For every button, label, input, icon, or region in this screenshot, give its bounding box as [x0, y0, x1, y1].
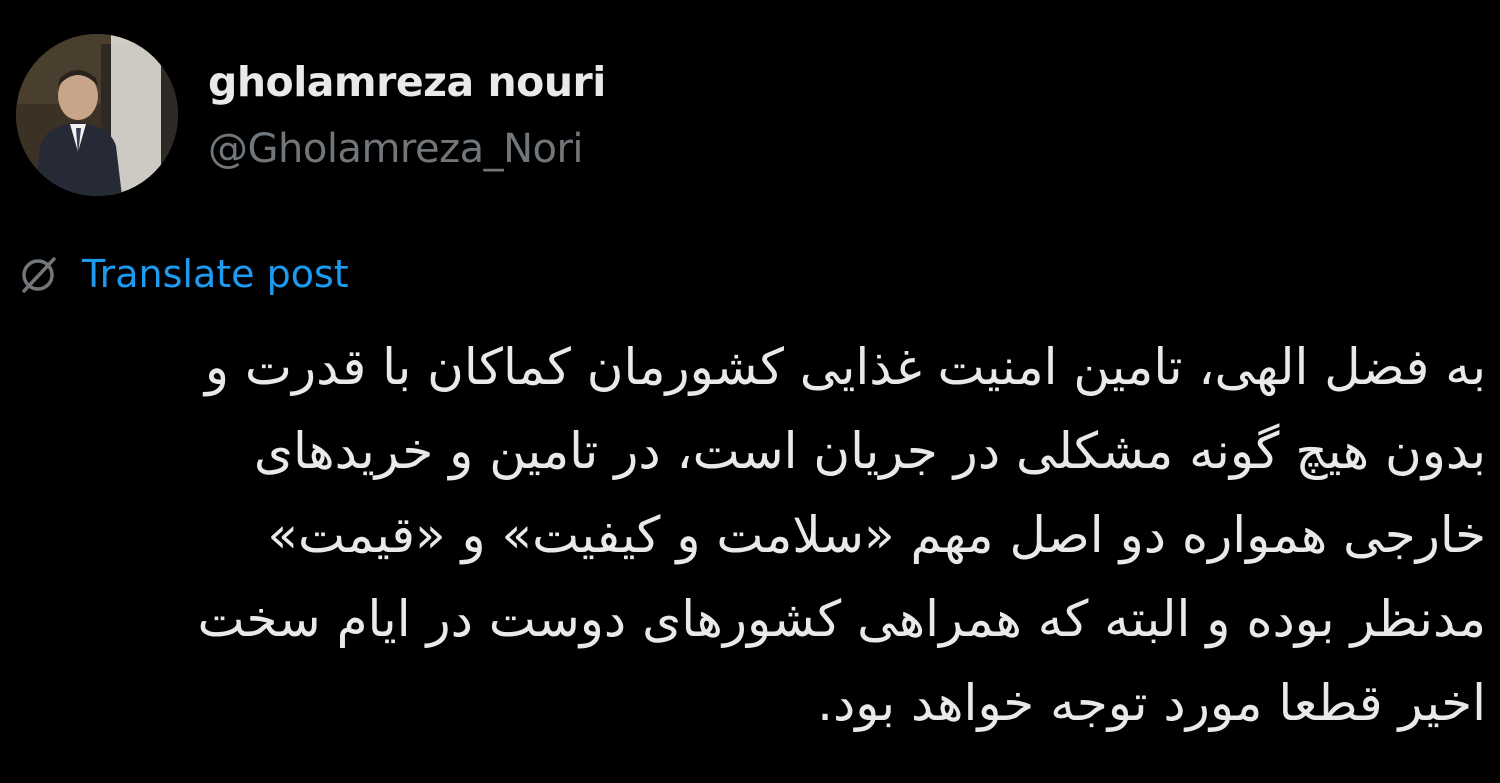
post-text-line: خارجی همواره دو اصل مهم «سلامت و کیفیت» … [267, 506, 1486, 564]
translate-post-label: Translate post [82, 252, 349, 296]
post-text-line: اخیر قطعا مورد توجه خواهد بود. [817, 674, 1486, 732]
avatar-photo [16, 34, 178, 196]
post-text: به فضل الهی، تامین امنیت غذایی کشورمان ک… [16, 325, 1486, 745]
author-handle[interactable]: @Gholamreza_Nori [208, 126, 584, 172]
translate-post-button[interactable]: Translate post [16, 246, 349, 302]
post-card: gholamreza nouri @Gholamreza_Nori Transl… [0, 0, 1500, 783]
translate-globe-icon [16, 251, 62, 297]
post-text-line: بدون هیچ گونه مشکلی در جریان است، در تام… [253, 422, 1486, 480]
post-text-line: مدنظر بوده و البته که همراهی کشورهای دوس… [197, 590, 1486, 648]
author-avatar[interactable] [16, 34, 178, 196]
post-text-line: به فضل الهی، تامین امنیت غذایی کشورمان ک… [204, 338, 1486, 396]
author-display-name[interactable]: gholamreza nouri [208, 58, 606, 106]
